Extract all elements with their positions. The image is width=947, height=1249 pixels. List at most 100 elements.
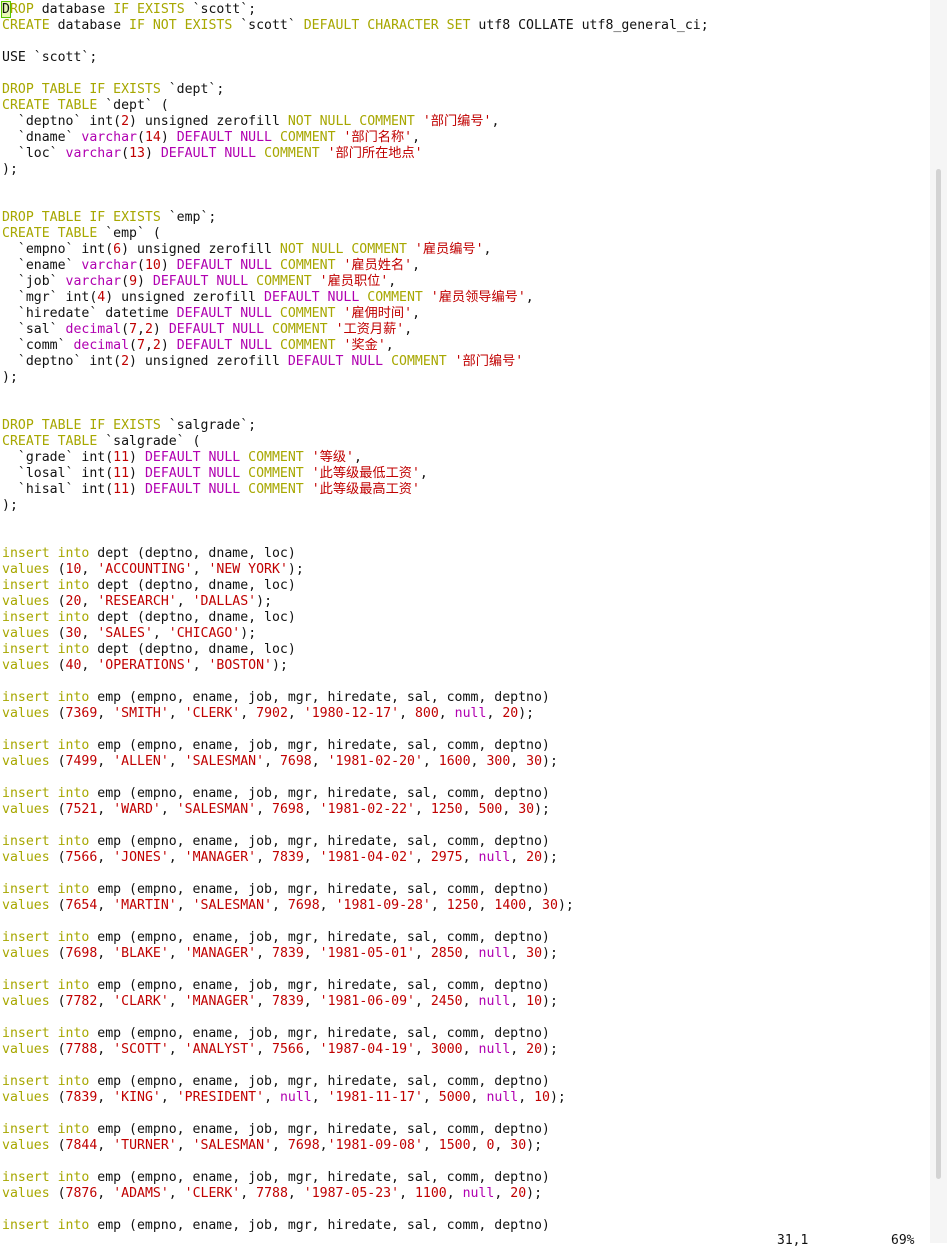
code-line[interactable]: DROP database IF EXISTS `scott`; [1, 1, 930, 18]
code-line[interactable] [2, 962, 930, 978]
code-line[interactable]: insert into emp (empno, ename, job, mgr,… [2, 930, 930, 946]
code-line[interactable]: values (7698, 'BLAKE', 'MANAGER', 7839, … [2, 946, 930, 962]
code-token: ) [129, 482, 145, 497]
code-token: emp (empno, ename, job, mgr, hiredate, s… [97, 834, 550, 849]
code-line[interactable] [2, 866, 930, 882]
code-token: '1980-12-17' [303, 706, 400, 721]
code-line[interactable]: insert into dept (deptno, dname, loc) [2, 546, 930, 562]
code-line[interactable] [2, 770, 930, 786]
code-line[interactable] [2, 386, 930, 402]
code-line[interactable]: values (30, 'SALES', 'CHICAGO'); [2, 626, 930, 642]
code-line[interactable]: insert into emp (empno, ename, job, mgr,… [2, 1026, 930, 1042]
code-line[interactable]: `hisal` int(11) DEFAULT NULL COMMENT '此等… [2, 482, 930, 498]
code-line[interactable]: CREATE TABLE `dept` ( [2, 98, 930, 114]
code-token: `deptno` int( [2, 354, 122, 369]
code-line[interactable]: ); [2, 498, 930, 514]
code-line[interactable]: `mgr` int(4) unsigned zerofill DEFAULT N… [2, 290, 930, 306]
code-line[interactable]: insert into dept (deptno, dname, loc) [2, 610, 930, 626]
code-line[interactable]: insert into dept (deptno, dname, loc) [2, 642, 930, 658]
code-line[interactable]: insert into emp (empno, ename, job, mgr,… [2, 882, 930, 898]
code-line[interactable]: values (7566, 'JONES', 'MANAGER', 7839, … [2, 850, 930, 866]
code-line[interactable] [2, 530, 930, 546]
code-token: '部门所在地点' [327, 146, 423, 161]
code-line[interactable] [2, 402, 930, 418]
code-line[interactable]: `ename` varchar(10) DEFAULT NULL COMMENT… [2, 258, 930, 274]
code-token: ( [129, 338, 137, 353]
code-line[interactable] [2, 818, 930, 834]
code-token: DROP TABLE IF EXISTS [2, 210, 169, 225]
code-line[interactable]: DROP TABLE IF EXISTS `dept`; [2, 82, 930, 98]
code-line[interactable]: CREATE database IF NOT EXISTS `scott` DE… [2, 18, 930, 34]
code-line[interactable] [2, 674, 930, 690]
code-line[interactable]: values (40, 'OPERATIONS', 'BOSTON'); [2, 658, 930, 674]
code-line[interactable]: USE `scott`; [2, 50, 930, 66]
code-line[interactable]: values (20, 'RESEARCH', 'DALLAS'); [2, 594, 930, 610]
code-line[interactable]: `deptno` int(2) unsigned zerofill DEFAUL… [2, 354, 930, 370]
code-line[interactable]: `empno` int(6) unsigned zerofill NOT NUL… [2, 242, 930, 258]
code-line[interactable]: `dname` varchar(14) DEFAULT NULL COMMENT… [2, 130, 930, 146]
code-token: values [2, 994, 58, 1009]
code-line[interactable]: ); [2, 370, 930, 386]
code-token: 30 [510, 1138, 527, 1153]
code-token: ( [57, 1186, 66, 1201]
code-line[interactable]: insert into dept (deptno, dname, loc) [2, 578, 930, 594]
code-line[interactable]: `loc` varchar(13) DEFAULT NULL COMMENT '… [2, 146, 930, 162]
code-token: , [97, 850, 114, 865]
code-line[interactable]: values (7521, 'WARD', 'SALESMAN', 7698, … [2, 802, 930, 818]
code-line[interactable] [2, 722, 930, 738]
code-line[interactable] [2, 178, 930, 194]
code-line[interactable]: insert into emp (empno, ename, job, mgr,… [2, 690, 930, 706]
code-line[interactable]: `job` varchar(9) DEFAULT NULL COMMENT '雇… [2, 274, 930, 290]
code-line[interactable]: DROP TABLE IF EXISTS `salgrade`; [2, 418, 930, 434]
code-line[interactable]: `comm` decimal(7,2) DEFAULT NULL COMMENT… [2, 338, 930, 354]
code-line[interactable]: insert into emp (empno, ename, job, mgr,… [2, 786, 930, 802]
code-line[interactable]: `grade` int(11) DEFAULT NULL COMMENT '等级… [2, 450, 930, 466]
code-line[interactable]: values (7654, 'MARTIN', 'SALESMAN', 7698… [2, 898, 930, 914]
code-line[interactable] [2, 1106, 930, 1122]
code-line[interactable]: insert into emp (empno, ename, job, mgr,… [2, 738, 930, 754]
code-line[interactable]: `deptno` int(2) unsigned zerofill NOT NU… [2, 114, 930, 130]
code-token: , [462, 946, 479, 961]
code-line[interactable]: insert into emp (empno, ename, job, mgr,… [2, 834, 930, 850]
code-line[interactable]: values (7499, 'ALLEN', 'SALESMAN', 7698,… [2, 754, 930, 770]
code-line[interactable]: values (10, 'ACCOUNTING', 'NEW YORK'); [2, 562, 930, 578]
code-line[interactable]: insert into emp (empno, ename, job, mgr,… [2, 978, 930, 994]
scrollbar-thumb[interactable] [936, 169, 941, 1179]
code-line[interactable]: insert into emp (empno, ename, job, mgr,… [2, 1074, 930, 1090]
code-line[interactable]: insert into emp (empno, ename, job, mgr,… [2, 1122, 930, 1138]
code-token: insert into [2, 578, 98, 593]
code-token: 'SMITH' [113, 706, 169, 721]
code-line[interactable] [2, 1154, 930, 1170]
code-line[interactable]: `losal` int(11) DEFAULT NULL COMMENT '此等… [2, 466, 930, 482]
code-token: ); [2, 370, 18, 385]
code-line[interactable] [2, 914, 930, 930]
code-line[interactable]: values (7782, 'CLARK', 'MANAGER', 7839, … [2, 994, 930, 1010]
code-line[interactable] [2, 1010, 930, 1026]
code-token: emp (empno, ename, job, mgr, hiredate, s… [97, 690, 550, 705]
code-line[interactable]: values (7839, 'KING', 'PRESIDENT', null,… [2, 1090, 930, 1106]
code-editor[interactable]: DROP database IF EXISTS `scott`; CREATE d… [0, 0, 930, 1243]
code-line[interactable]: CREATE TABLE `emp` ( [2, 226, 930, 242]
code-line[interactable]: CREATE TABLE `salgrade` ( [2, 434, 930, 450]
code-line[interactable]: values (7876, 'ADAMS', 'CLERK', 7788, '1… [2, 1186, 930, 1202]
vertical-scrollbar[interactable] [930, 0, 947, 1243]
code-token: ) unsigned zerofill [105, 290, 265, 305]
code-line[interactable] [2, 1058, 930, 1074]
code-line[interactable]: insert into emp (empno, ename, job, mgr,… [2, 1218, 930, 1234]
code-line[interactable]: values (7844, 'TURNER', 'SALESMAN', 7698… [2, 1138, 930, 1154]
code-token: , [97, 1090, 114, 1105]
code-line[interactable]: ); [2, 162, 930, 178]
code-line[interactable]: values (7788, 'SCOTT', 'ANALYST', 7566, … [2, 1042, 930, 1058]
code-line[interactable]: values (7369, 'SMITH', 'CLERK', 7902, '1… [2, 706, 930, 722]
code-line[interactable]: `sal` decimal(7,2) DEFAULT NULL COMMENT … [2, 322, 930, 338]
code-line[interactable] [2, 66, 930, 82]
code-token: ( [57, 594, 66, 609]
code-line[interactable] [2, 34, 930, 50]
code-line[interactable]: `hiredate` datetime DEFAULT NULL COMMENT… [2, 306, 930, 322]
code-line[interactable] [2, 194, 930, 210]
code-line[interactable] [2, 1202, 930, 1218]
code-line[interactable]: insert into emp (empno, ename, job, mgr,… [2, 1170, 930, 1186]
code-token: IF NOT EXISTS [129, 18, 241, 33]
code-line[interactable]: DROP TABLE IF EXISTS `emp`; [2, 210, 930, 226]
code-line[interactable] [2, 514, 930, 530]
